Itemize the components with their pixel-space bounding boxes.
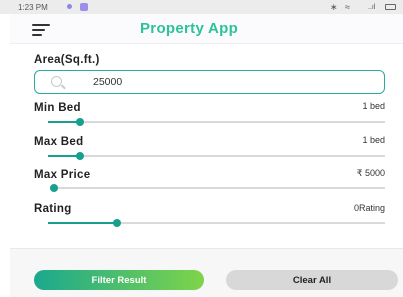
max-bed-slider-thumb[interactable] [76,152,85,160]
max-price-slider-thumb[interactable] [50,184,58,192]
max-price-label: Max Price [34,169,91,181]
app-notification-icon [80,3,88,11]
clear-all-button[interactable]: Clear All [226,270,398,290]
max-price-slider[interactable] [50,184,385,192]
bluetooth-icon: ∗ [330,2,338,12]
app-title: Property App [140,20,239,37]
max-price-value: ₹ 5000 [356,168,385,178]
rating-slider-thumb[interactable] [113,219,122,227]
wifi-icon: ≈ [345,2,350,12]
battery-icon [385,4,396,10]
min-bed-value: 1 bed [362,101,385,111]
area-input[interactable] [93,74,373,90]
search-icon [51,76,62,87]
app-bar: Property App [10,14,403,44]
area-search-box[interactable] [34,70,385,94]
rating-label: Rating [34,203,72,215]
signal-icon: ..ıl [368,4,376,11]
filter-result-button[interactable]: Filter Result [34,270,204,290]
area-label: Area(Sq.ft.) [34,54,100,66]
min-bed-label: Min Bed [34,102,81,114]
status-time: 1:23 PM [18,3,48,12]
min-bed-slider-thumb[interactable] [76,118,85,126]
status-bar: 1:23 PM ∗ ≈ ..ıl [0,0,403,14]
hamburger-menu-icon[interactable] [32,24,50,36]
rating-slider[interactable] [48,219,385,227]
rating-value: 0Rating [353,203,385,213]
rating-slider-fill [48,222,118,224]
max-bed-value: 1 bed [362,135,385,145]
max-bed-label: Max Bed [34,136,84,148]
min-bed-slider[interactable] [48,118,385,126]
notification-dot-icon [67,4,72,9]
max-bed-slider[interactable] [48,152,385,160]
